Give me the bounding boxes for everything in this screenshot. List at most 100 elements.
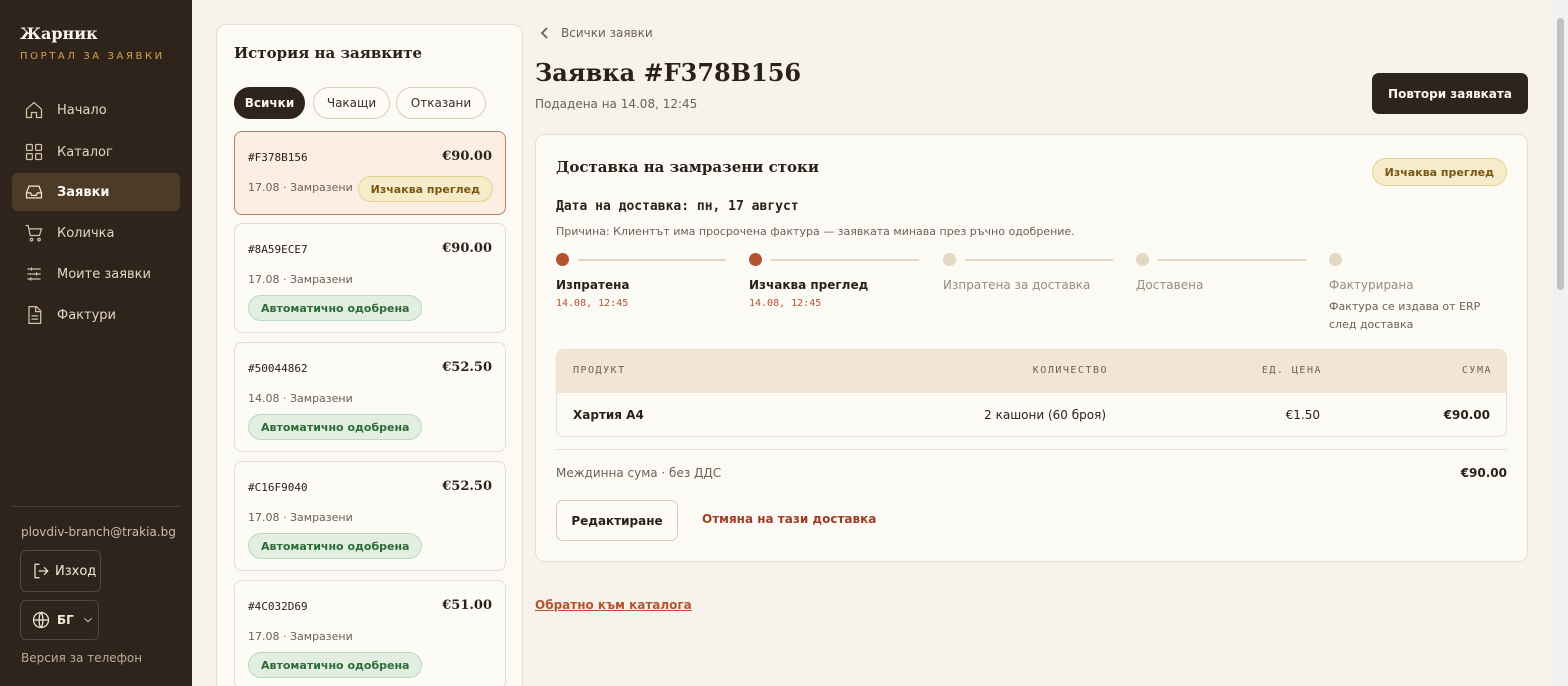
order-amount: €52.50 xyxy=(442,360,492,375)
order-id: #50044862 xyxy=(248,362,308,375)
order-amount: €90.00 xyxy=(442,149,492,164)
step-line xyxy=(1158,259,1306,261)
step-line xyxy=(578,259,726,261)
back-to-catalog-link[interactable]: Обратно към каталога xyxy=(535,598,692,612)
step-label: Изпратена xyxy=(556,278,630,292)
logout-label: Изход xyxy=(55,563,97,579)
status-badge: Автоматично одобрена xyxy=(248,652,423,678)
table-header: ПРОДУКТ КОЛИЧЕСТВО ЕД. ЦЕНА СУМА xyxy=(557,350,1506,393)
order-id: #4C032D69 xyxy=(248,600,308,613)
order-card[interactable]: #F378B156 €90.00 17.08 · Замразени Изчак… xyxy=(234,131,506,215)
subtotal-value: €90.00 xyxy=(1460,466,1507,480)
step-dot xyxy=(749,253,762,266)
step-line xyxy=(965,259,1113,261)
filter-rejected[interactable]: Отказани xyxy=(396,87,486,119)
order-meta: 17.08 · Замразени xyxy=(248,273,353,286)
order-id: #C16F9040 xyxy=(248,481,308,494)
sidebar-divider xyxy=(12,506,180,507)
order-card[interactable]: #50044862 €52.50 14.08 · Замразени Автом… xyxy=(234,342,506,452)
header-total: СУМА xyxy=(1461,365,1492,376)
filter-all[interactable]: Всички xyxy=(234,87,305,119)
delivery-title: Доставка на замразени стоки xyxy=(556,158,819,176)
chevron-down-icon xyxy=(83,617,92,623)
sidebar-item-label: Каталог xyxy=(57,144,113,160)
step-label: Изчаква преглед xyxy=(749,278,869,292)
step-time: 14.08, 12:45 xyxy=(556,298,629,309)
order-amount: €52.50 xyxy=(442,479,492,494)
user-email: plovdiv-branch@trakia.bg xyxy=(21,525,176,539)
sidebar-item-label: Количка xyxy=(57,225,115,241)
order-amount: €51.00 xyxy=(442,598,492,613)
grid-icon xyxy=(25,143,43,161)
brand-name: Жарник xyxy=(20,24,98,43)
language-label: БГ xyxy=(57,613,74,627)
order-id: #8A59ECE7 xyxy=(248,243,308,256)
sidebar-item-invoices[interactable]: Фактури xyxy=(12,296,180,334)
submitted-date: Подадена на 14.08, 12:45 xyxy=(535,97,698,111)
logout-icon xyxy=(34,563,49,579)
step-dot xyxy=(943,253,956,266)
subtotal-label: Междинна сума · без ДДС xyxy=(556,466,722,480)
sidebar-item-orders[interactable]: Заявки xyxy=(12,173,180,211)
order-meta: 17.08 · Замразени xyxy=(248,511,353,524)
document-icon xyxy=(28,306,42,324)
globe-icon xyxy=(32,611,50,629)
status-badge: Изчаква преглед xyxy=(357,176,493,202)
status-badge: Автоматично одобрена xyxy=(248,295,423,321)
status-badge: Автоматично одобрена xyxy=(248,414,423,440)
sidebar: Жарник ПОРТАЛ ЗА ЗАЯВКИ Начало Каталог З… xyxy=(0,0,192,686)
scroll-thumb[interactable] xyxy=(1557,18,1564,290)
chevron-left-icon xyxy=(540,27,548,39)
step-label: Фактурирана xyxy=(1329,278,1414,292)
header-product: ПРОДУКТ xyxy=(573,365,626,376)
order-meta: 17.08 · Замразени xyxy=(248,630,353,643)
status-badge: Автоматично одобрена xyxy=(248,533,423,559)
sidebar-item-label: Фактури xyxy=(57,307,116,323)
edit-button[interactable]: Редактиране xyxy=(556,500,678,541)
step-line xyxy=(771,259,919,261)
cancel-delivery-link[interactable]: Отмяна на тази доставка xyxy=(702,512,876,526)
sidebar-item-catalog[interactable]: Каталог xyxy=(12,133,180,171)
order-meta: 17.08 · Замразени xyxy=(248,181,353,194)
card-divider xyxy=(556,449,1507,450)
product-unit-price: €1.50 xyxy=(1285,408,1320,422)
step-label: Изпратена за доставка xyxy=(943,278,1091,292)
header-quantity: КОЛИЧЕСТВО xyxy=(1032,365,1108,376)
repeat-order-button[interactable]: Повтори заявката xyxy=(1372,73,1528,114)
back-label: Всички заявки xyxy=(561,26,653,40)
logout-button[interactable]: Изход xyxy=(20,550,101,592)
brand-subtitle: ПОРТАЛ ЗА ЗАЯВКИ xyxy=(20,51,165,62)
items-table: ПРОДУКТ КОЛИЧЕСТВО ЕД. ЦЕНА СУМА Хартия … xyxy=(556,349,1507,437)
order-id: #F378B156 xyxy=(248,151,308,164)
scrollbar[interactable] xyxy=(1553,0,1568,686)
back-to-orders-link[interactable]: Всички заявки xyxy=(539,26,653,40)
order-card[interactable]: #8A59ECE7 €90.00 17.08 · Замразени Автом… xyxy=(234,223,506,333)
sidebar-item-cart[interactable]: Количка xyxy=(12,214,180,252)
delivery-card: Доставка на замразени стоки Изчаква прег… xyxy=(535,134,1528,562)
page-title: Заявка #F378B156 xyxy=(535,58,802,87)
sliders-icon xyxy=(27,267,41,281)
sidebar-item-label: Начало xyxy=(57,102,107,118)
filter-pending[interactable]: Чакащи xyxy=(313,87,390,119)
step-dot xyxy=(1329,253,1342,266)
order-meta: 14.08 · Замразени xyxy=(248,392,353,405)
step-note: Фактура се издава от ERP след доставка xyxy=(1329,300,1481,331)
product-total: €90.00 xyxy=(1443,408,1490,422)
sidebar-item-my-orders[interactable]: Моите заявки xyxy=(12,255,180,293)
review-reason: Причина: Клиентът има просрочена фактура… xyxy=(556,225,1075,238)
step-dot xyxy=(1136,253,1149,266)
history-title: История на заявките xyxy=(234,44,423,62)
order-card[interactable]: #4C032D69 €51.00 17.08 · Замразени Автом… xyxy=(234,580,506,686)
step-dot xyxy=(556,253,569,266)
mobile-version-link[interactable]: Версия за телефон xyxy=(21,651,142,665)
step-label: Доставена xyxy=(1136,278,1204,292)
status-badge: Изчаква преглед xyxy=(1371,158,1507,186)
cart-icon xyxy=(25,224,43,242)
product-name: Хартия А4 xyxy=(573,408,644,422)
sidebar-item-home[interactable]: Начало xyxy=(12,91,180,129)
order-card[interactable]: #C16F9040 €52.50 17.08 · Замразени Автом… xyxy=(234,461,506,571)
inbox-icon xyxy=(25,185,43,199)
order-history-panel: История на заявките Всички Чакащи Отказа… xyxy=(216,24,523,686)
sidebar-item-label: Моите заявки xyxy=(57,266,151,282)
language-select[interactable]: БГ xyxy=(20,600,99,640)
